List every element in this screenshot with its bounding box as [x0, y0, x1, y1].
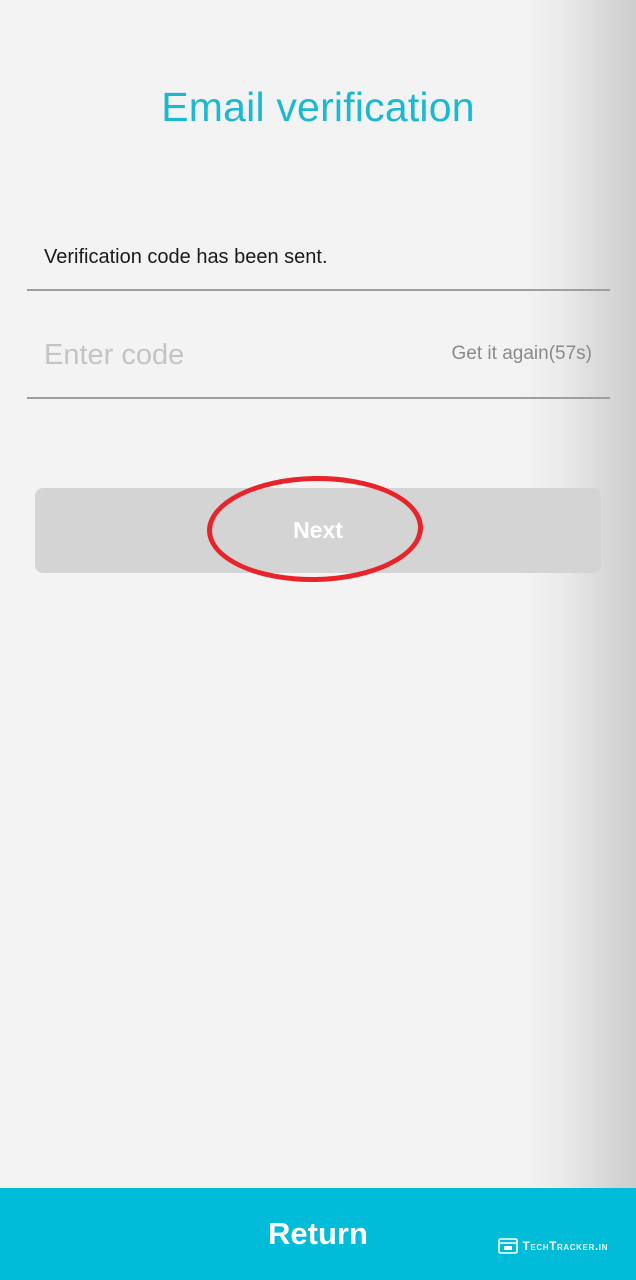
bottom-bar: Return TechTracker.in: [0, 1188, 636, 1280]
resend-code-link[interactable]: Get it again(57s): [452, 343, 592, 365]
page-title: Email verification: [161, 84, 475, 130]
return-button[interactable]: Return: [0, 1188, 636, 1280]
watermark-text: TechTracker.in: [522, 1239, 608, 1253]
divider: [27, 289, 610, 291]
status-message: Verification code has been sent.: [44, 246, 328, 268]
divider: [27, 397, 610, 399]
watermark: TechTracker.in: [498, 1238, 608, 1254]
browser-window-icon: [498, 1238, 519, 1254]
code-input[interactable]: [44, 330, 404, 380]
